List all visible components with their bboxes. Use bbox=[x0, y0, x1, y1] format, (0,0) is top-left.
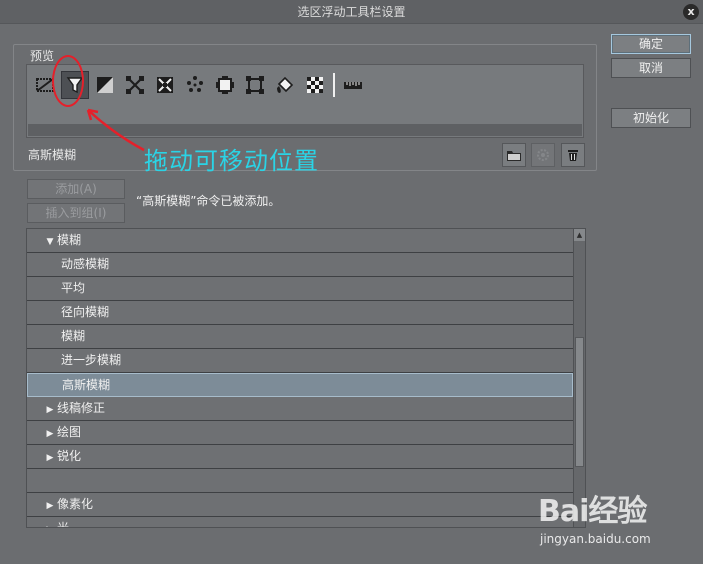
collapse-arrow-icon[interactable]: ▶ bbox=[43, 447, 57, 469]
expand-selection-icon[interactable] bbox=[211, 71, 239, 99]
tree-label: 锐化 bbox=[57, 449, 82, 463]
collapse-arrow-icon[interactable]: ▶ bbox=[43, 399, 57, 421]
toolbar-separator bbox=[333, 73, 335, 97]
tree-label: 动感模糊 bbox=[61, 257, 110, 271]
scrollbar-thumb[interactable] bbox=[575, 337, 584, 467]
tree-category[interactable]: ▶光 bbox=[27, 517, 573, 528]
invert-selection-icon[interactable] bbox=[91, 71, 119, 99]
reset-button[interactable]: 初始化 bbox=[611, 108, 691, 128]
tree-category[interactable]: ▼ 模糊 bbox=[27, 229, 573, 253]
tree-label: 光 bbox=[57, 521, 70, 528]
cancel-button[interactable]: 取消 bbox=[611, 58, 691, 78]
close-icon: x bbox=[687, 5, 695, 18]
transform-icon[interactable] bbox=[121, 71, 149, 99]
tree-label: 模糊 bbox=[57, 233, 82, 247]
dots-pattern-icon[interactable] bbox=[181, 71, 209, 99]
insert-to-group-button[interactable]: 插入到组(I) bbox=[27, 203, 125, 223]
mesh-transform-icon[interactable] bbox=[151, 71, 179, 99]
collapse-arrow-icon[interactable]: ▶ bbox=[43, 519, 57, 527]
tree-label: 绘图 bbox=[57, 425, 82, 439]
scroll-up-arrow-icon[interactable]: ▲ bbox=[574, 229, 585, 241]
tree-item[interactable]: 动感模糊 bbox=[27, 253, 573, 277]
drag-annotation: 拖动可移动位置 bbox=[144, 147, 319, 175]
watermark-brand: Bai经验 bbox=[538, 494, 647, 529]
tree-label: 平均 bbox=[61, 281, 86, 295]
folder-button[interactable] bbox=[502, 143, 526, 167]
selected-command-name: 高斯模糊 bbox=[28, 148, 77, 162]
close-button[interactable]: x bbox=[683, 4, 699, 20]
vertical-scrollbar[interactable]: ▲ bbox=[573, 229, 585, 527]
delete-button[interactable] bbox=[561, 143, 585, 167]
settings-button[interactable] bbox=[531, 143, 555, 167]
preview-legend: 预览 bbox=[28, 47, 57, 64]
add-button[interactable]: 添加(A) bbox=[27, 179, 125, 199]
tree-category[interactable]: ▶ 线稿修正 bbox=[27, 397, 573, 421]
checker-pattern-icon[interactable] bbox=[301, 71, 329, 99]
shrink-selection-icon[interactable] bbox=[241, 71, 269, 99]
tree-label: 模糊 bbox=[61, 329, 86, 343]
highlight-ellipse bbox=[52, 55, 84, 107]
tree-label: 进一步模糊 bbox=[61, 353, 122, 367]
tree-category[interactable]: ▶ 绘图 bbox=[27, 421, 573, 445]
ruler-icon[interactable] bbox=[339, 71, 367, 99]
tree-label: 像素化 bbox=[57, 497, 94, 511]
folder-icon bbox=[507, 151, 521, 161]
tree-item[interactable]: 模糊 bbox=[27, 325, 573, 349]
tree-category[interactable]: ▶ 像素化 bbox=[27, 493, 573, 517]
trash-icon bbox=[568, 150, 578, 161]
tree-label: 径向模糊 bbox=[61, 305, 110, 319]
tree-label: 线稿修正 bbox=[57, 401, 106, 415]
collapse-arrow-icon[interactable]: ▶ bbox=[43, 495, 57, 517]
gear-icon bbox=[537, 149, 549, 161]
status-message: “高斯模糊”命令已被添加。 bbox=[136, 194, 281, 208]
ok-button[interactable]: 确定 bbox=[611, 34, 691, 54]
window-title: 选区浮动工具栏设置 bbox=[297, 5, 406, 19]
title-bar: 选区浮动工具栏设置 x bbox=[0, 0, 703, 24]
watermark-url: jingyan.baidu.com bbox=[540, 532, 651, 546]
watermark: Bai经验 jingyan.baidu.com bbox=[538, 486, 698, 558]
tree-item[interactable]: 径向模糊 bbox=[27, 301, 573, 325]
fill-bucket-icon[interactable] bbox=[271, 71, 299, 99]
tree-item[interactable]: 平均 bbox=[27, 277, 573, 301]
expand-arrow-icon[interactable]: ▼ bbox=[43, 231, 57, 253]
annotation-arrow bbox=[86, 108, 145, 152]
tree-item[interactable]: 高斯模糊 bbox=[27, 373, 573, 397]
tree-item[interactable]: 进一步模糊 bbox=[27, 349, 573, 373]
collapse-arrow-icon[interactable]: ▶ bbox=[43, 423, 57, 445]
tree-category[interactable] bbox=[27, 469, 573, 493]
command-tree[interactable]: ▼模糊动感模糊平均径向模糊模糊进一步模糊高斯模糊▶线稿修正▶绘图▶锐化▶像素化▶… bbox=[26, 228, 586, 528]
tree-category[interactable]: ▶ 锐化 bbox=[27, 445, 573, 469]
tree-label: 高斯模糊 bbox=[62, 378, 111, 392]
